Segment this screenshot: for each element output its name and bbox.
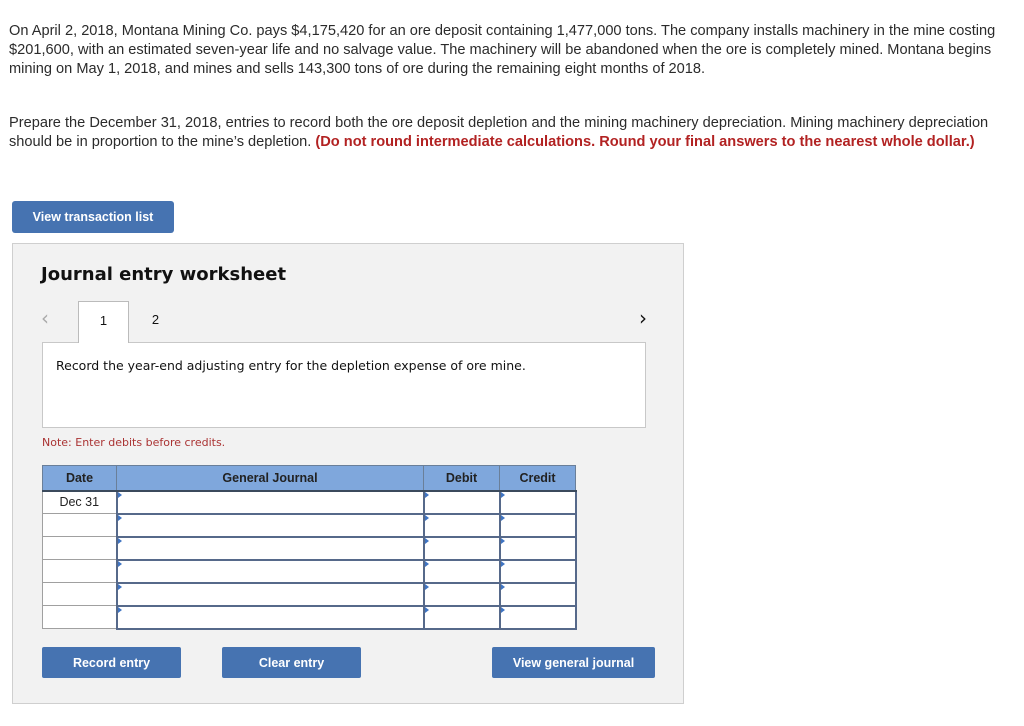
date-cell [42,513,117,537]
instruction-text: Record the year-end adjusting entry for … [56,358,526,373]
header-debit: Debit [423,465,500,492]
input-marker-icon [424,606,429,613]
input-marker-icon [500,537,505,544]
dropdown-marker-icon [117,514,122,521]
table-row [42,604,577,630]
date-cell: Dec 31 [42,490,117,514]
account-input[interactable] [115,581,425,607]
input-marker-icon [424,537,429,544]
account-input[interactable] [115,558,425,584]
view-transaction-list-button[interactable]: View transaction list [12,201,174,233]
instruction-box: Record the year-end adjusting entry for … [42,342,646,428]
account-input[interactable] [115,535,425,561]
rounding-instructions: (Do not round intermediate calculations.… [315,134,975,150]
table-row: Dec 31 [42,489,577,515]
debit-input[interactable] [422,581,501,607]
input-marker-icon [500,606,505,613]
table-row [42,558,577,584]
header-date: Date [42,465,117,492]
debit-input[interactable] [422,604,501,630]
input-marker-icon [424,560,429,567]
input-marker-icon [424,491,429,498]
credit-input[interactable] [498,512,577,538]
date-cell [42,536,117,560]
input-marker-icon [424,514,429,521]
problem-statement: On April 2, 2018, Montana Mining Co. pay… [9,23,996,77]
dropdown-marker-icon [117,537,122,544]
journal-table: Date General Journal Debit Credit Dec 31 [42,465,577,630]
input-marker-icon [500,491,505,498]
header-credit: Credit [499,465,576,492]
previous-arrow-icon[interactable]: ‹ [41,306,49,330]
tab-2[interactable]: 2 [130,301,181,343]
problem-instructions: Prepare the December 31, 2018, entries t… [9,114,1009,152]
table-row [42,512,577,538]
input-marker-icon [500,583,505,590]
input-marker-icon [500,514,505,521]
credit-input[interactable] [498,581,577,607]
record-entry-button[interactable]: Record entry [42,647,181,678]
debit-input[interactable] [422,512,501,538]
header-general-journal: General Journal [116,465,424,492]
account-input[interactable] [115,512,425,538]
credit-input[interactable] [498,558,577,584]
worksheet-title: Journal entry worksheet [41,264,287,285]
credit-input[interactable] [498,604,577,630]
debit-input[interactable] [422,489,501,515]
table-row [42,535,577,561]
dropdown-marker-icon [117,606,122,613]
table-row [42,581,577,607]
date-cell [42,559,117,583]
credit-input[interactable] [498,535,577,561]
credit-input[interactable] [498,489,577,515]
date-cell [42,582,117,606]
dropdown-marker-icon [117,560,122,567]
tab-1[interactable]: 1 [78,301,129,343]
debit-input[interactable] [422,558,501,584]
view-general-journal-button[interactable]: View general journal [492,647,655,678]
debit-input[interactable] [422,535,501,561]
debit-credit-note: Note: Enter debits before credits. [42,436,226,449]
journal-entry-worksheet: Journal entry worksheet ‹ 1 2 › Record t… [12,243,684,704]
input-marker-icon [500,560,505,567]
account-input[interactable] [115,604,425,630]
date-cell [42,605,117,629]
clear-entry-button[interactable]: Clear entry [222,647,361,678]
next-arrow-icon[interactable]: › [639,306,647,330]
account-input[interactable] [115,489,425,515]
input-marker-icon [424,583,429,590]
journal-header-row: Date General Journal Debit Credit [42,465,576,492]
dropdown-marker-icon [117,583,122,590]
dropdown-marker-icon [117,491,122,498]
